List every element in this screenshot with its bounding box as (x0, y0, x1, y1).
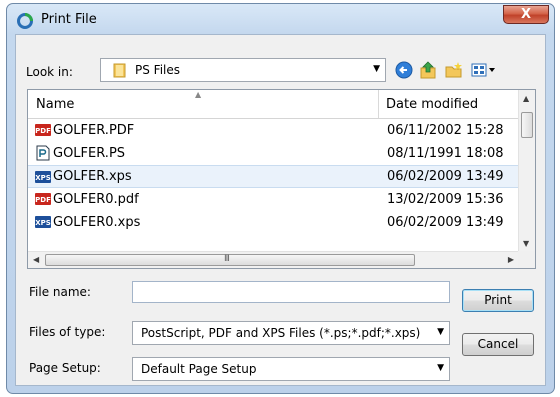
svg-text:XPS: XPS (35, 219, 51, 227)
scroll-right-icon[interactable]: ▶ (508, 255, 514, 264)
scroll-down-icon[interactable]: ▼ (523, 239, 529, 248)
app-icon (17, 13, 33, 29)
back-icon[interactable] (394, 60, 414, 80)
cancel-button[interactable]: Cancel (462, 333, 534, 356)
chevron-down-icon[interactable]: ▼ (437, 327, 444, 337)
svg-text:PDF: PDF (35, 127, 51, 135)
horizontal-scrollbar[interactable]: ◀ III ▶ (28, 251, 519, 268)
file-date-modified: 06/02/2009 13:49 (387, 215, 504, 230)
print-file-dialog: Print File X Look in: PS Files ▼ Name ▲ … (6, 3, 555, 394)
scroll-up-icon[interactable]: ▲ (523, 94, 529, 103)
look-in-label: Look in: (26, 65, 73, 79)
column-header-date[interactable]: Date modified (386, 97, 478, 112)
pdf-file-icon: PDF (34, 191, 52, 207)
file-rows: PDF GOLFER.PDF 06/11/2002 15:28 GOLFER.PS 08… (28, 119, 519, 234)
vertical-scrollbar[interactable]: ▲ ▼ (518, 90, 535, 252)
file-row[interactable]: PDF GOLFER.PDF 06/11/2002 15:28 (28, 119, 519, 142)
ps-file-icon (34, 145, 52, 161)
page-setup-label: Page Setup: (29, 361, 101, 375)
dialog-body: Look in: PS Files ▼ Name ▲ Date modified… (15, 34, 546, 386)
file-name: GOLFER.xps (53, 169, 132, 184)
new-folder-icon[interactable] (444, 60, 464, 80)
file-row[interactable]: PDF GOLFER0.pdf 13/02/2009 15:36 (28, 188, 519, 211)
folder-icon (113, 63, 127, 78)
file-date-modified: 08/11/1991 18:08 (387, 146, 504, 161)
grip-icon: III (224, 254, 230, 264)
file-row[interactable]: XPS GOLFER0.xps 06/02/2009 13:49 (28, 211, 519, 234)
pdf-file-icon: PDF (34, 122, 52, 138)
window-title: Print File (41, 12, 97, 27)
file-row[interactable]: GOLFER.PS 08/11/1991 18:08 (28, 142, 519, 165)
file-date-modified: 13/02/2009 15:36 (387, 192, 504, 207)
close-icon: X (520, 7, 532, 22)
title-bar[interactable]: Print File X (7, 4, 554, 34)
svg-text:XPS: XPS (35, 174, 51, 182)
xps-file-icon: XPS (34, 214, 52, 230)
chevron-down-icon[interactable]: ▼ (373, 64, 380, 74)
column-header-name[interactable]: Name (36, 97, 74, 112)
column-header-row: Name ▲ Date modified (28, 90, 519, 119)
look-in-value: PS Files (135, 63, 180, 77)
view-menu-icon[interactable] (470, 60, 498, 80)
file-list[interactable]: Name ▲ Date modified PDF GOLFER.PDF 06/11/… (27, 89, 536, 269)
xps-file-icon: XPS (34, 169, 52, 185)
close-button[interactable]: X (503, 5, 549, 24)
horizontal-scroll-thumb[interactable]: III (45, 254, 415, 266)
column-divider[interactable] (378, 90, 379, 118)
file-date-modified: 06/11/2002 15:28 (387, 123, 504, 138)
page-setup-value: Default Page Setup (141, 362, 257, 376)
files-of-type-label: Files of type: (29, 325, 106, 339)
file-date-modified: 06/02/2009 13:49 (387, 169, 504, 184)
scroll-left-icon[interactable]: ◀ (33, 255, 39, 264)
file-name: GOLFER0.xps (53, 215, 141, 230)
file-name-label: File name: (29, 285, 91, 299)
look-in-dropdown[interactable]: PS Files ▼ (100, 58, 386, 82)
file-name: GOLFER0.pdf (53, 192, 139, 207)
print-button[interactable]: Print (462, 289, 534, 312)
file-name: GOLFER.PDF (53, 123, 135, 138)
files-of-type-value: PostScript, PDF and XPS Files (*.ps;*.pd… (141, 326, 421, 340)
svg-text:PDF: PDF (35, 196, 51, 204)
file-name-input[interactable] (132, 281, 450, 303)
page-setup-dropdown[interactable]: Default Page Setup ▼ (132, 357, 450, 381)
sort-ascending-icon: ▲ (195, 90, 202, 99)
scrollbar-corner (518, 251, 535, 268)
file-name: GOLFER.PS (53, 146, 126, 161)
file-row[interactable]: XPS GOLFER.xps 06/02/2009 13:49 (28, 165, 519, 188)
vertical-scroll-thumb[interactable] (521, 112, 533, 138)
up-folder-icon[interactable] (418, 60, 438, 80)
chevron-down-icon[interactable]: ▼ (437, 363, 444, 373)
files-of-type-dropdown[interactable]: PostScript, PDF and XPS Files (*.ps;*.pd… (132, 321, 450, 345)
